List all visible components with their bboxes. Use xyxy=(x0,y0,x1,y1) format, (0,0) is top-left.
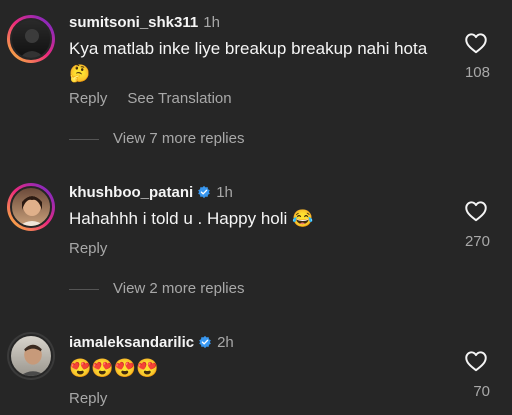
username-row: khushboo_patani 1h xyxy=(69,184,233,201)
heart-outline-icon[interactable] xyxy=(463,30,489,56)
username[interactable]: iamaleksandarilic xyxy=(69,334,194,351)
avatar[interactable] xyxy=(7,183,55,231)
username[interactable]: sumitsoni_shk311 xyxy=(69,14,198,31)
reply-button[interactable]: Reply xyxy=(69,240,107,257)
person-silhouette-icon xyxy=(19,29,45,58)
timestamp: 2h xyxy=(217,334,234,351)
comment-actions: Reply See Translation xyxy=(69,90,232,107)
timestamp: 1h xyxy=(203,14,220,31)
avatar-image xyxy=(10,186,52,228)
heart-outline-icon[interactable] xyxy=(463,198,489,224)
comment-actions: Reply xyxy=(69,240,107,257)
view-more-replies-label: View 7 more replies xyxy=(113,130,245,147)
heart-outline-icon[interactable] xyxy=(463,348,489,374)
reply-button[interactable]: Reply xyxy=(69,90,107,107)
avatar-image xyxy=(9,334,53,378)
avatar[interactable] xyxy=(7,332,55,380)
view-more-replies[interactable]: View 7 more replies xyxy=(69,130,244,147)
see-translation-button[interactable]: See Translation xyxy=(127,90,231,107)
comment-text: 😍😍😍😍 xyxy=(69,358,159,378)
person-photo-icon xyxy=(19,196,45,226)
comment-actions: Reply xyxy=(69,390,107,407)
thread-line xyxy=(69,288,99,290)
avatar[interactable] xyxy=(7,15,55,63)
like-count: 270 xyxy=(464,233,490,250)
username[interactable]: khushboo_patani xyxy=(69,184,193,201)
view-more-replies[interactable]: View 2 more replies xyxy=(69,280,244,297)
username-row: sumitsoni_shk311 1h xyxy=(69,14,220,31)
like-count: 70 xyxy=(473,383,490,400)
view-more-replies-label: View 2 more replies xyxy=(113,280,245,297)
thread-line xyxy=(69,138,99,140)
avatar-image xyxy=(10,18,52,60)
reply-button[interactable]: Reply xyxy=(69,390,107,407)
timestamp: 1h xyxy=(216,184,233,201)
person-photo-icon xyxy=(20,344,46,376)
verified-badge-icon xyxy=(198,185,211,199)
comment-text: Kya matlab inke liye breakup breakup nah… xyxy=(69,39,428,83)
comment-text: Hahahhh i told u . Happy holi 😂 xyxy=(69,209,314,228)
like-count: 108 xyxy=(464,64,490,81)
username-row: iamaleksandarilic 2h xyxy=(69,334,234,351)
verified-badge-icon xyxy=(199,335,211,349)
